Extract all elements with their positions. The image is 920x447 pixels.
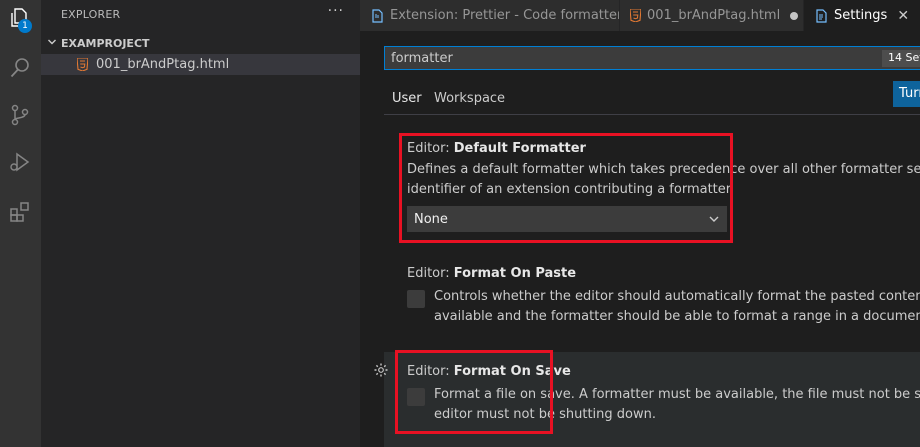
setting-description: Format a file on save. A formatter must … — [434, 387, 920, 402]
tab-bar: Extension: Prettier - Code formatter 001… — [360, 0, 920, 31]
setting-category: Editor: — [407, 266, 454, 281]
tab-workspace-scope[interactable]: Workspace — [434, 91, 505, 106]
search-icon[interactable] — [4, 52, 36, 84]
scope-divider — [384, 114, 920, 115]
chevron-down-icon — [709, 216, 719, 222]
tab-settings[interactable]: Settings ✕ — [804, 0, 920, 31]
settings-file-icon — [814, 8, 828, 23]
activity-bar: 1 — [0, 0, 41, 447]
folder-examproject[interactable]: EXAMPROJECT — [41, 33, 360, 53]
tab-label: Extension: Prettier - Code formatter — [390, 8, 619, 23]
preview-icon — [370, 8, 384, 23]
setting-description: identifier of an extension contributing … — [407, 182, 735, 197]
setting-name: Default Formatter — [453, 141, 586, 156]
close-icon[interactable]: ✕ — [897, 8, 909, 24]
html5-icon — [630, 9, 641, 22]
unsaved-dot-icon[interactable] — [790, 11, 799, 20]
setting-default-formatter: Editor: Default Formatter Defines a defa… — [384, 141, 920, 232]
explorer-badge: 1 — [18, 19, 32, 33]
file-label: 001_brAndPtag.html — [96, 57, 230, 72]
setting-title: Editor: Default Formatter — [407, 141, 920, 156]
file-item[interactable]: 001_brAndPtag.html — [41, 54, 360, 75]
settings-editor: 14 Settings Found User Workspace Turn on… — [360, 31, 920, 447]
setting-format-on-paste: Editor: Format On Paste Controls whether… — [384, 266, 920, 327]
setting-title: Editor: Format On Paste — [407, 266, 920, 281]
folder-label: EXAMPROJECT — [61, 36, 150, 50]
setting-category: Editor: — [407, 141, 454, 156]
setting-format-on-save: Editor: Format On Save Format a file on … — [384, 352, 920, 447]
more-actions-button[interactable]: ··· — [328, 3, 344, 19]
format-on-paste-checkbox[interactable] — [407, 290, 425, 308]
tab-label: Settings — [834, 8, 888, 23]
explorer-sidebar: EXPLORER ··· EXAMPROJECT 001_brAndPtag.h… — [41, 0, 360, 447]
setting-category: Editor: — [407, 364, 454, 379]
setting-name: Format On Paste — [453, 266, 577, 281]
tab-html-file[interactable]: 001_brAndPtag.html — [620, 0, 803, 31]
chevron-down-icon — [47, 37, 57, 50]
explorer-title: EXPLORER — [61, 8, 121, 21]
source-control-icon[interactable] — [4, 99, 36, 131]
tab-user-scope[interactable]: User — [392, 91, 422, 115]
gear-icon[interactable] — [373, 362, 389, 378]
turn-on-sync-button[interactable]: Turn on Settings Sync — [893, 81, 920, 107]
extensions-icon[interactable] — [4, 196, 36, 228]
tab-label: 001_brAndPtag.html — [647, 8, 781, 23]
default-formatter-select[interactable]: None — [407, 206, 727, 232]
setting-title: Editor: Format On Save — [407, 364, 920, 379]
select-value: None — [414, 211, 448, 227]
format-on-save-checkbox[interactable] — [407, 388, 425, 406]
result-count-badge: 14 Settings Found — [882, 50, 920, 67]
tab-prettier-extension[interactable]: Extension: Prettier - Code formatter — [360, 0, 619, 31]
html5-icon — [77, 58, 88, 71]
run-debug-icon[interactable] — [4, 146, 36, 178]
setting-description: Controls whether the editor should autom… — [434, 289, 920, 304]
settings-search-input[interactable] — [384, 46, 920, 70]
setting-description: available and the formatter should be ab… — [434, 309, 920, 324]
setting-description: Defines a default formatter which takes … — [407, 162, 920, 177]
setting-description: editor must not be shutting down. — [434, 407, 656, 422]
setting-name: Format On Save — [453, 364, 571, 379]
